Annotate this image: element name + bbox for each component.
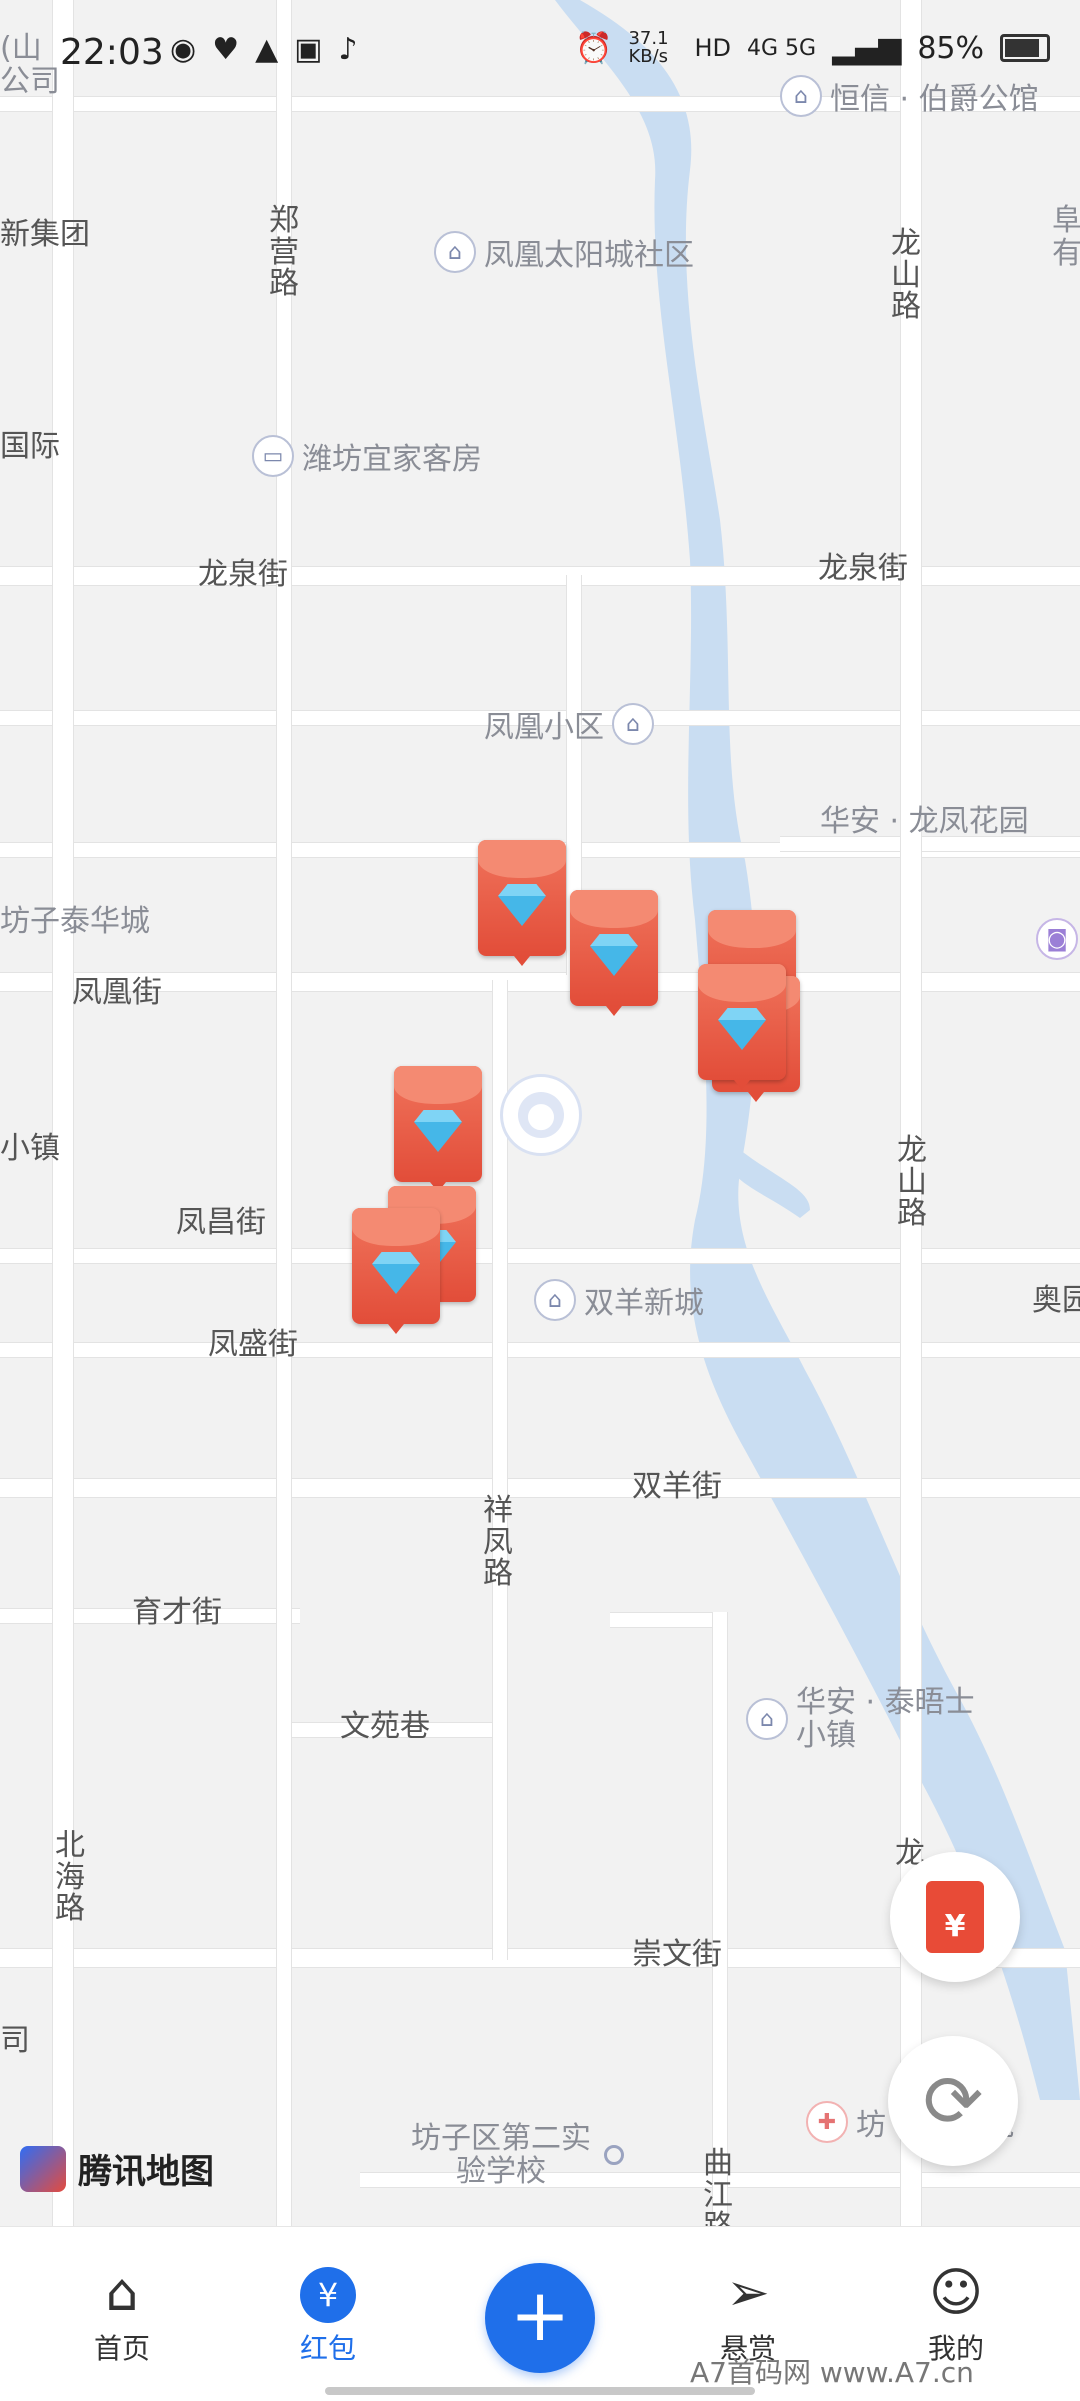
watermark: A7首码网 www.A7.cn — [690, 2356, 974, 2389]
add-button[interactable]: + — [485, 2263, 595, 2373]
poi-fangzi-taihua[interactable]: 坊子泰华城 — [0, 896, 150, 940]
house-icon: ⌂ — [434, 231, 476, 273]
poi-school[interactable]: 坊子区第二实验学校 — [406, 2122, 624, 2188]
hospital-icon: ✚ — [806, 2101, 848, 2143]
red-packet-icon: ¥ — [300, 2267, 356, 2323]
alarm-icon: ⏰ — [575, 30, 613, 66]
refresh-button[interactable]: ⟳ — [888, 2036, 1018, 2166]
edge-label-guoji: 国际 — [0, 429, 60, 464]
refresh-icon: ⟳ — [922, 2059, 984, 2143]
hd-icon: HD — [694, 34, 731, 62]
battery-icon — [1000, 34, 1050, 62]
shield-icon: ♥ — [212, 32, 240, 67]
bottom-nav: ⌂ 首页 ¥ 红包 + ➢ 悬赏 ☺ 我的 A7首码网 www.A7.cn — [0, 2226, 1080, 2401]
network-speed: 37.1 KB/s — [628, 28, 669, 67]
road-label-longshan-top: 龙山路 — [891, 226, 921, 324]
signal-icon: ▂▄▆ — [832, 30, 902, 66]
poi-sun-city[interactable]: ⌂ 凤凰太阳城社区 — [434, 230, 694, 274]
dot-icon — [604, 2145, 624, 2165]
status-time: 22:03 — [60, 32, 164, 73]
red-packet-icon — [926, 1881, 984, 1953]
red-packet-marker[interactable] — [352, 1208, 440, 1334]
poi-huaan-taiwushi[interactable]: ⌂ 华安 · 泰晤士小镇 — [746, 1686, 976, 1752]
road-label-yucai: 育才街 — [132, 1595, 222, 1630]
plus-icon: + — [509, 2273, 571, 2357]
user-avatar-icon: ● — [518, 1092, 564, 1138]
home-icon: ⌂ — [105, 2263, 139, 2323]
red-packet-marker[interactable] — [394, 1066, 482, 1192]
road-label-zhengying: 郑营路 — [269, 203, 299, 301]
road-label-wenyuan: 文苑巷 — [340, 1709, 430, 1744]
user-location-marker[interactable]: ● — [500, 1074, 582, 1156]
diamond-icon — [718, 1020, 766, 1050]
diamond-icon — [498, 896, 546, 926]
poi-shuangyang-xincheng[interactable]: ⌂ 双羊新城 — [534, 1278, 704, 1322]
poi-fenghuang-xiaoqu[interactable]: 凤凰小区 ⌂ — [484, 702, 654, 746]
poi-huaan-longfeng[interactable]: 华安 · 龙凤花园 — [820, 796, 1029, 840]
road-stub-south — [610, 1612, 720, 1628]
network-type: 4G 5G — [747, 35, 817, 61]
road-label-xiangfeng: 祥凤路 — [483, 1493, 513, 1591]
nav-red-packet[interactable]: ¥ 红包 — [268, 2267, 388, 2367]
edge-label-right-top: 阜 有 — [1052, 203, 1080, 271]
road-label-fengchang: 凤昌街 — [176, 1205, 266, 1240]
status-app-icons: ◉ ♥ ▲ ▣ ♪ — [170, 32, 358, 67]
edge-label-jituan: 新集团 — [0, 217, 90, 252]
app-notification-icon: ◉ — [170, 32, 197, 67]
diamond-icon — [372, 1264, 420, 1294]
qq-icon: ▲ — [255, 32, 279, 67]
road-label-fenghuang: 凤凰街 — [72, 975, 162, 1010]
road-label-fengsheng: 凤盛街 — [208, 1327, 298, 1362]
road-label-qujiang: 曲江路 — [703, 2146, 733, 2226]
home-indicator[interactable] — [325, 2387, 755, 2395]
user-icon: ☺ — [928, 2263, 984, 2323]
road-label-longquan-left: 龙泉街 — [198, 557, 288, 592]
nav-home-label: 首页 — [93, 2332, 150, 2365]
poi-shopping[interactable]: ◙ — [1036, 918, 1078, 960]
bed-icon: ▭ — [252, 435, 294, 477]
red-packet-button[interactable] — [890, 1852, 1020, 1982]
house-icon: ⌂ — [612, 703, 654, 745]
road-label-longquan-right: 龙泉街 — [818, 551, 908, 586]
red-packet-marker[interactable] — [698, 964, 786, 1090]
house-icon: ⌂ — [534, 1279, 576, 1321]
status-bar: 22:03 ◉ ♥ ▲ ▣ ♪ ⏰ 37.1 KB/s HD 4G 5G ▂▄▆… — [0, 0, 1080, 110]
shopping-bag-icon: ◙ — [1036, 918, 1078, 960]
status-right: ⏰ 37.1 KB/s HD 4G 5G ▂▄▆ 85% — [575, 30, 1050, 66]
edge-label-si: 司 — [0, 2023, 30, 2058]
battery-percent: 85% — [917, 30, 984, 66]
map-view[interactable]: 郑营路 龙泉街 龙泉街 凤凰街 凤昌街 凤盛街 双羊街 祥凤路 育才街 文苑巷 … — [0, 0, 1080, 2226]
nav-home[interactable]: ⌂ 首页 — [62, 2267, 182, 2367]
house-icon: ⌂ — [746, 1698, 788, 1740]
road-zhengying — [276, 0, 292, 2226]
tencent-map-logo-icon — [20, 2145, 66, 2192]
road-label-shuangyang: 双羊街 — [632, 1469, 722, 1504]
edge-label-xiaozhen: 小镇 — [0, 1131, 60, 1166]
road-label-beihai: 北海路 — [55, 1828, 85, 1926]
red-packet-marker[interactable] — [570, 890, 658, 1016]
map-provider-logo: 腾讯地图 — [20, 2144, 214, 2193]
nav-red-packet-label: 红包 — [299, 2332, 356, 2365]
alipay-icon: ▣ — [294, 32, 323, 67]
poi-weifang-hotel[interactable]: ▭ 潍坊宜家客房 — [252, 434, 482, 478]
road-label-chongwen: 崇文街 — [632, 1937, 722, 1972]
diamond-icon — [590, 946, 638, 976]
paper-plane-icon: ➢ — [726, 2263, 770, 2323]
road-qujiang — [712, 1612, 728, 2226]
edge-label-ao: 奥园 — [1032, 1283, 1080, 1318]
red-packet-marker[interactable] — [478, 840, 566, 966]
diamond-icon — [414, 1122, 462, 1152]
tiktok-icon: ♪ — [338, 32, 358, 67]
road-label-longshan-mid: 龙山路 — [897, 1133, 927, 1231]
